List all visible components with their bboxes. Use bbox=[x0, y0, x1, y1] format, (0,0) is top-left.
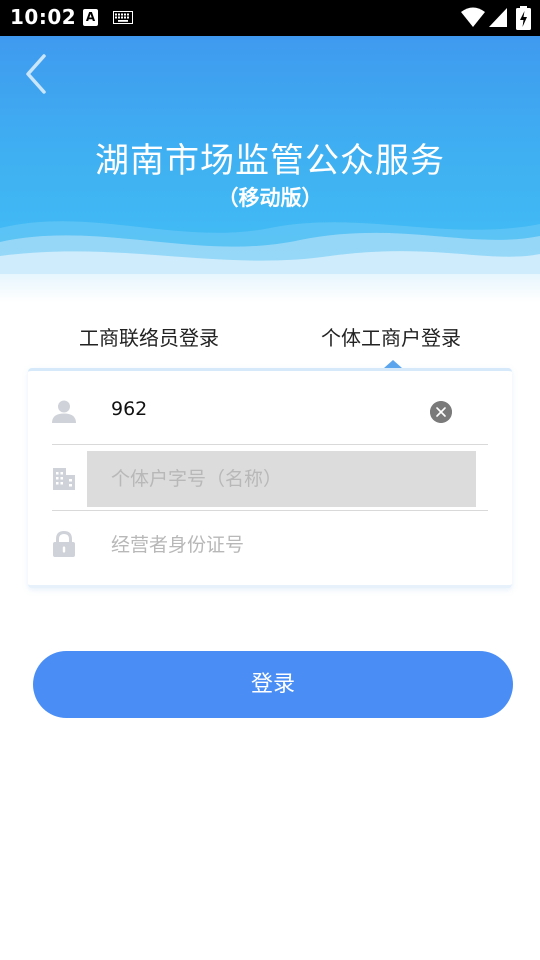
account-input[interactable]: 962 bbox=[111, 398, 147, 420]
back-button[interactable] bbox=[18, 50, 58, 98]
selected-tab-indicator bbox=[384, 360, 402, 368]
operator-id-row: 经营者身份证号 bbox=[52, 511, 488, 577]
battery-charging-icon bbox=[516, 6, 531, 30]
header-banner: 湖南市场监管公众服务 （移动版） bbox=[0, 36, 540, 302]
login-form: 962 个体户字号（名称） 经营者身份证号 bbox=[28, 368, 512, 588]
tab-liaison-login[interactable]: 工商联络员登录 bbox=[28, 320, 270, 356]
business-name-row: 个体户字号（名称） bbox=[52, 445, 488, 511]
lock-icon bbox=[53, 531, 75, 557]
tab-individual-business-login[interactable]: 个体工商户登录 bbox=[270, 320, 512, 356]
clear-icon[interactable] bbox=[430, 401, 452, 423]
building-icon bbox=[53, 468, 75, 490]
status-time: 10:02 bbox=[10, 5, 77, 29]
wifi-icon bbox=[461, 7, 485, 27]
header-waves bbox=[0, 221, 540, 302]
user-icon bbox=[52, 400, 76, 423]
status-bar: 10:02 A bbox=[0, 0, 540, 36]
business-name-input[interactable]: 个体户字号（名称） bbox=[111, 464, 282, 491]
account-row: 962 bbox=[52, 379, 488, 445]
operator-id-input[interactable]: 经营者身份证号 bbox=[111, 530, 244, 557]
text-input-badge-icon: A bbox=[83, 9, 98, 26]
keyboard-icon bbox=[113, 11, 133, 24]
login-button[interactable]: 登录 bbox=[33, 651, 513, 718]
page-title: 湖南市场监管公众服务 bbox=[95, 141, 445, 181]
login-tabs: 工商联络员登录 个体工商户登录 bbox=[28, 320, 512, 368]
cell-signal-icon bbox=[489, 8, 507, 27]
